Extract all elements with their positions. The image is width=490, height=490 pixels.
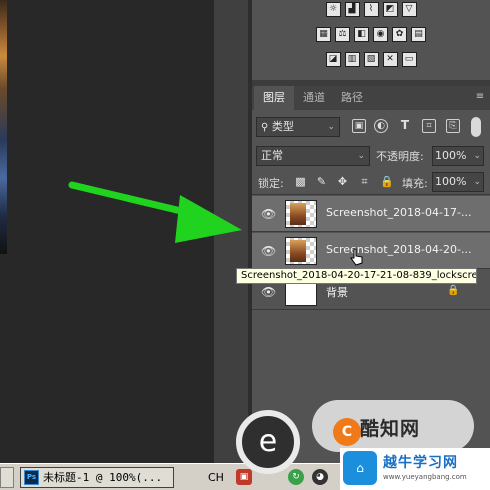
adjustments-row-3: ◪ ▥ ▧ ✕ ▭ <box>252 52 490 67</box>
opacity-label: 不透明度: <box>376 150 424 163</box>
lock-label: 锁定: <box>258 177 284 190</box>
taskbar-button-prev[interactable] <box>0 467 14 488</box>
kuzhi-logo-icon: C <box>333 418 361 446</box>
watermark-e-logo-icon: e <box>236 410 300 474</box>
adjustments-row-2: ▦ ⚖ ◧ ◉ ✿ ▤ <box>252 27 490 42</box>
layer-list-divider <box>252 194 490 195</box>
lock-icon: 🔒 <box>447 285 460 296</box>
document-image <box>0 0 7 254</box>
invert-icon[interactable]: ◪ <box>325 52 341 67</box>
lock-all-icon[interactable]: 🔒 <box>380 175 394 188</box>
color-balance-icon[interactable]: ⚖ <box>335 27 350 42</box>
curves-icon[interactable]: ⌇ <box>363 2 379 17</box>
opacity-value: 100% <box>435 149 467 162</box>
filter-toggle-switch[interactable] <box>471 117 481 137</box>
layer-thumbnail <box>285 200 317 228</box>
opacity-input[interactable]: 100% ⌄ <box>432 146 484 166</box>
kuzhi-watermark-text: 酷知网 <box>360 418 421 440</box>
yyb-logo-icon: ⌂ <box>343 451 377 485</box>
layer-name[interactable]: 背景 <box>326 284 348 300</box>
exposure-icon[interactable]: ◩ <box>382 2 398 17</box>
layer-row[interactable]: 👁 Screenshot_2018-04-20-... <box>252 233 490 269</box>
arrow-head <box>175 195 242 243</box>
eye-icon[interactable]: 👁 <box>261 286 276 298</box>
color-lookup-icon[interactable]: ▤ <box>411 27 426 42</box>
gradient-triangle-icon[interactable]: ▽ <box>401 2 417 17</box>
filter-type-label: 类型 <box>271 120 294 133</box>
tab-channels[interactable]: 通道 <box>296 86 332 110</box>
posterize-icon[interactable]: ▥ <box>344 52 360 67</box>
tray-qq-icon[interactable]: ◕ <box>312 469 328 485</box>
chevron-down-icon: ⌄ <box>357 151 365 161</box>
tab-paths[interactable]: 路径 <box>334 86 370 110</box>
adjustments-row-1: ☼ ▟ ⌇ ◩ ▽ <box>252 2 490 17</box>
blend-mode-value: 正常 <box>261 149 283 162</box>
channel-mixer-icon[interactable]: ✿ <box>392 27 407 42</box>
layers-tabbar: 图层 通道 路径 ≡ <box>252 86 490 110</box>
adjustments-panel: ☼ ▟ ⌇ ◩ ▽ ▦ ⚖ ◧ ◉ ✿ ▤ ◪ ▥ ▧ ✕ ▭ <box>252 0 490 80</box>
photo-filter-icon[interactable]: ◉ <box>373 27 388 42</box>
brightness-contrast-icon[interactable]: ☼ <box>325 2 341 17</box>
ime-indicator[interactable]: CH <box>208 468 224 487</box>
levels-icon[interactable]: ▟ <box>344 2 360 17</box>
chevron-down-icon: ⌄ <box>473 151 481 161</box>
chevron-down-icon: ⌄ <box>327 122 335 132</box>
smart-object-filter-icon[interactable]: ⎘ <box>446 119 460 133</box>
yyb-watermark-url: www.yueyangbang.com <box>383 473 467 481</box>
layer-name[interactable]: Screenshot_2018-04-17-... <box>326 206 471 219</box>
fill-input[interactable]: 100% ⌄ <box>432 172 484 192</box>
layer-filter-select[interactable]: ⚲ 类型 ⌄ <box>256 117 340 137</box>
tray-update-icon[interactable]: ↻ <box>288 469 304 485</box>
layer-row[interactable]: 👁 Screenshot_2018-04-17-... <box>252 196 490 232</box>
tab-layers[interactable]: 图层 <box>254 86 294 110</box>
selective-color-icon[interactable]: ✕ <box>382 52 398 67</box>
black-white-icon[interactable]: ◧ <box>354 27 369 42</box>
lock-position-icon[interactable]: ✥ <box>336 175 349 188</box>
gradient-map-icon[interactable]: ▭ <box>401 52 417 67</box>
search-icon: ⚲ <box>261 122 269 133</box>
tray-app-icon[interactable]: ▣ <box>236 469 252 485</box>
lock-image-pixels-icon[interactable]: ✎ <box>315 175 328 188</box>
arrow-annotation <box>68 181 242 243</box>
shape-filter-icon[interactable]: ⌗ <box>422 119 436 133</box>
pixel-filter-icon[interactable]: ▣ <box>352 119 366 133</box>
eye-icon[interactable]: 👁 <box>261 208 276 220</box>
hand-cursor-icon <box>350 248 363 266</box>
photoshop-icon: Ps <box>24 470 39 485</box>
eye-icon[interactable]: 👁 <box>261 245 276 257</box>
taskbar-photoshop-button[interactable]: Ps 未标题-1 @ 100%(... <box>20 467 174 488</box>
fill-label: 填充: <box>402 177 428 190</box>
layer-thumbnail <box>285 237 317 265</box>
fill-value: 100% <box>435 175 467 188</box>
lock-transparent-pixels-icon[interactable]: ▩ <box>294 175 307 188</box>
adjustment-filter-icon[interactable]: ◐ <box>374 119 388 133</box>
taskbar-button-label: 未标题-1 @ 100%(... <box>43 471 163 484</box>
yyb-watermark-text: 越牛学习网 <box>383 455 458 471</box>
layer-name[interactable]: Screenshot_2018-04-20-... <box>326 243 471 256</box>
blend-mode-select[interactable]: 正常 ⌄ <box>256 146 370 166</box>
type-filter-icon[interactable]: T <box>398 119 412 133</box>
chevron-down-icon: ⌄ <box>473 177 481 187</box>
lock-artboard-icon[interactable]: ⌗ <box>358 175 371 188</box>
panel-menu-icon[interactable]: ≡ <box>474 91 486 103</box>
threshold-icon[interactable]: ▧ <box>363 52 379 67</box>
layer-name-tooltip: Screenshot_2018-04-20-17-21-08-839_locks… <box>236 268 477 284</box>
hue-saturation-icon[interactable]: ▦ <box>316 27 331 42</box>
